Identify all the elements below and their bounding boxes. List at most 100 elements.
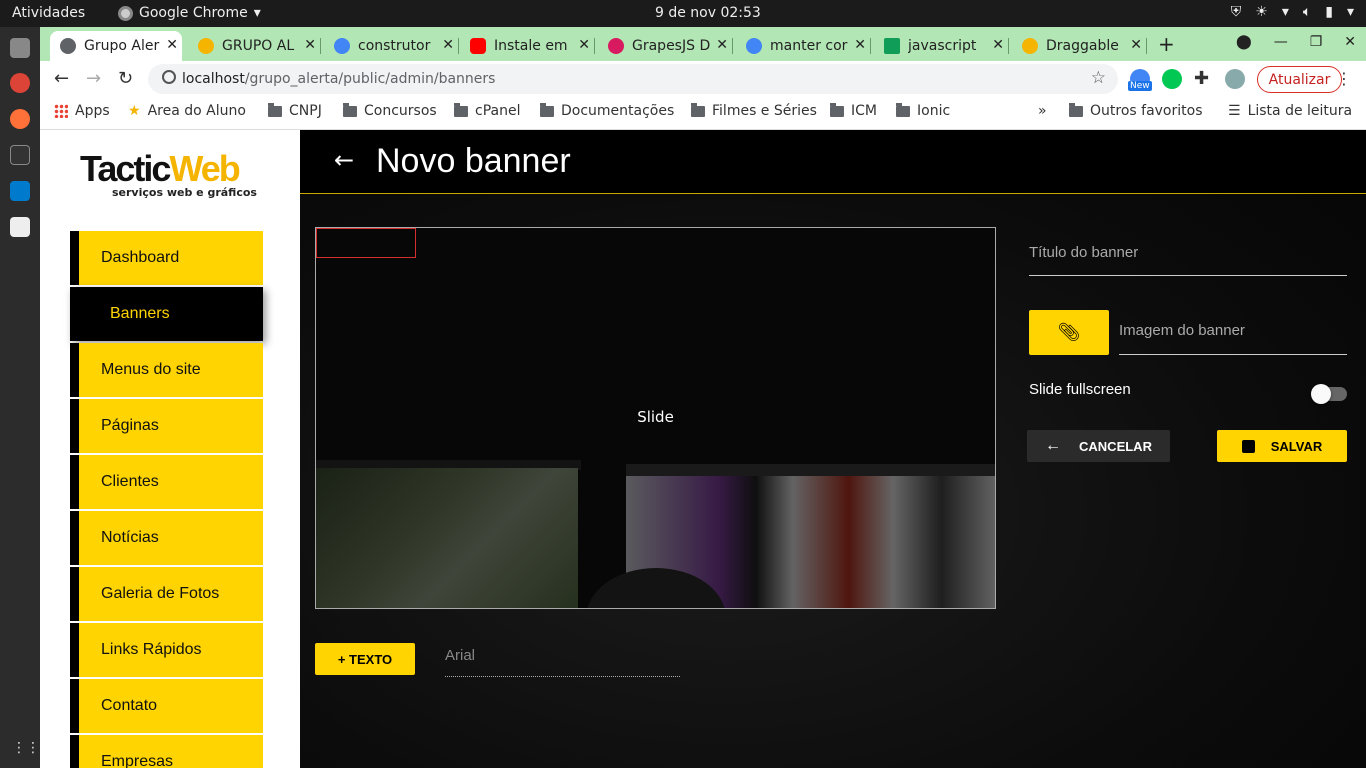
dock: ⋮⋮⋮ [0, 27, 54, 768]
tab-title: Draggable [1046, 38, 1119, 54]
close-tab-icon[interactable]: ✕ [442, 37, 454, 53]
font-select[interactable]: Arial [445, 643, 680, 677]
close-tab-icon[interactable]: ✕ [854, 37, 866, 53]
bookmark-apps[interactable]: Apps [54, 103, 110, 119]
back-icon[interactable]: ← [54, 68, 69, 89]
cancel-button[interactable]: ← CANCELAR [1027, 430, 1170, 462]
tab-title: javascript [908, 38, 977, 54]
bookmark-folder[interactable]: Ionic [896, 102, 950, 119]
clock[interactable]: 9 de nov 02:53 [655, 5, 761, 21]
chrome-dock-icon[interactable] [10, 73, 30, 93]
vscode-icon[interactable] [10, 181, 30, 201]
tab[interactable]: Instale em ✕ [460, 31, 595, 61]
tab[interactable]: GRUPO AL ✕ [188, 31, 321, 61]
bookmark-folder[interactable]: Documentações [540, 102, 674, 119]
slide-label: Slide [637, 408, 674, 426]
banner-image-input[interactable]: Imagem do banner [1119, 318, 1347, 355]
close-tab-icon[interactable]: ✕ [304, 37, 316, 53]
files-icon[interactable] [10, 38, 30, 58]
bookmark-label: cPanel [475, 103, 521, 119]
sidebar-item-dashboard[interactable]: Dashboard [70, 231, 263, 285]
bookmark-star-icon[interactable]: ☆ [1091, 68, 1106, 88]
tab[interactable]: Draggable ✕ [1012, 31, 1147, 61]
sidebar-item-noticias[interactable]: Notícias [70, 511, 263, 565]
attach-image-button[interactable]: 📎︎ [1029, 310, 1109, 355]
toolbar: ← → ↻ localhost/grupo_alerta/public/admi… [40, 61, 1366, 97]
firefox-icon[interactable] [10, 109, 30, 129]
terminal-icon[interactable] [10, 145, 30, 165]
bookmark-folder[interactable]: Filmes e Séries [691, 102, 817, 119]
reload-icon[interactable]: ↻ [118, 68, 133, 89]
bookmark-folder[interactable]: CNPJ [268, 102, 322, 119]
sidebar-item-clientes[interactable]: Clientes [70, 455, 263, 509]
close-tab-icon[interactable]: ✕ [716, 37, 728, 53]
tab-title: GRUPO AL [222, 38, 295, 54]
text-editor-icon[interactable] [10, 217, 30, 237]
page-header: ← Novo banner [300, 130, 1366, 194]
logo[interactable]: TacticWeb serviços web e gráficos [80, 148, 257, 199]
banner-title-input[interactable]: Título do banner [1029, 240, 1347, 276]
tab[interactable]: javascript ✕ [874, 31, 1009, 61]
sidebar-item-paginas[interactable]: Páginas [70, 399, 263, 453]
close-tab-icon[interactable]: ✕ [166, 37, 178, 53]
favicon-icon [198, 38, 214, 54]
tab[interactable]: construtor ✕ [324, 31, 459, 61]
shield-icon[interactable]: ⛨ [1231, 4, 1242, 20]
bookmark-folder[interactable]: cPanel [454, 102, 521, 119]
extension-green-icon[interactable] [1162, 69, 1182, 89]
save-label: SALVAR [1270, 438, 1323, 454]
app-menu[interactable]: Google Chrome ▾ [118, 5, 261, 21]
update-button[interactable]: Atualizar [1257, 66, 1342, 93]
reading-list[interactable]: ☰ Lista de leitura [1228, 103, 1352, 119]
app-menu-label: Google Chrome [139, 5, 248, 21]
activities-button[interactable]: Atividades [12, 5, 85, 21]
banner-preview[interactable]: Slide [315, 227, 996, 609]
system-tray[interactable]: ⛨ ☀ ▾ 🔈︎ ▮ ▾ [1231, 4, 1354, 20]
sidebar-item-links[interactable]: Links Rápidos [70, 623, 263, 677]
tab-title: Grupo Aler [84, 38, 160, 54]
add-text-button[interactable]: + TEXTO [315, 643, 415, 675]
folder-icon [343, 102, 357, 117]
site-info-icon[interactable] [162, 70, 176, 84]
url-text[interactable]: localhost/grupo_alerta/public/admin/bann… [182, 71, 495, 87]
close-window-icon[interactable]: ✕ [1344, 34, 1356, 50]
bookmark-label: Concursos [364, 103, 437, 119]
maximize-icon[interactable]: ❐ [1310, 34, 1323, 50]
bookmark-area-aluno[interactable]: ★ Area do Aluno [128, 103, 246, 119]
fullscreen-toggle[interactable] [1311, 384, 1347, 404]
folder-icon [830, 102, 844, 117]
bookmarks-overflow[interactable]: » [1038, 103, 1047, 119]
wifi-icon[interactable]: ▾ [1282, 4, 1289, 20]
close-tab-icon[interactable]: ✕ [578, 37, 590, 53]
sidebar-item-banners[interactable]: Banners [70, 287, 263, 341]
back-arrow-icon[interactable]: ← [334, 146, 354, 174]
close-tab-icon[interactable]: ✕ [992, 37, 1004, 53]
tab[interactable]: GrapesJS D ✕ [598, 31, 733, 61]
sidebar-item-contato[interactable]: Contato [70, 679, 263, 733]
other-bookmarks[interactable]: Outros favoritos [1069, 102, 1203, 119]
brightness-icon[interactable]: ☀ [1255, 4, 1268, 20]
forward-icon[interactable]: → [86, 68, 101, 89]
bookmark-folder[interactable]: Concursos [343, 102, 437, 119]
sidebar-item-galeria[interactable]: Galeria de Fotos [70, 567, 263, 621]
bookmark-label: ICM [851, 103, 877, 119]
puzzle-icon[interactable]: ✚ [1194, 68, 1209, 89]
text-layer-selection[interactable] [316, 228, 416, 258]
close-tab-icon[interactable]: ✕ [1130, 37, 1142, 53]
new-tab-icon[interactable]: + [1158, 32, 1175, 56]
sidebar-item-menus[interactable]: Menus do site [70, 343, 263, 397]
more-menu-icon[interactable]: ⋮ [1336, 69, 1352, 88]
power-menu-icon[interactable]: ▾ [1347, 4, 1354, 20]
tab[interactable]: manter cor ✕ [736, 31, 871, 61]
tab[interactable]: Grupo Aler ✕ [50, 31, 182, 61]
tab-search-icon[interactable]: ⬤ [1236, 34, 1252, 50]
minimize-icon[interactable]: — [1274, 34, 1288, 50]
battery-icon[interactable]: ▮ [1325, 4, 1333, 20]
volume-icon[interactable]: 🔈︎ [1303, 4, 1311, 20]
bookmark-folder[interactable]: ICM [830, 102, 877, 119]
sidebar-item-empresas[interactable]: Empresas [70, 735, 263, 768]
apps-grid-icon [54, 104, 68, 118]
avatar[interactable] [1225, 69, 1245, 89]
address-bar[interactable]: localhost/grupo_alerta/public/admin/bann… [148, 64, 1118, 94]
save-button[interactable]: SALVAR [1217, 430, 1347, 462]
